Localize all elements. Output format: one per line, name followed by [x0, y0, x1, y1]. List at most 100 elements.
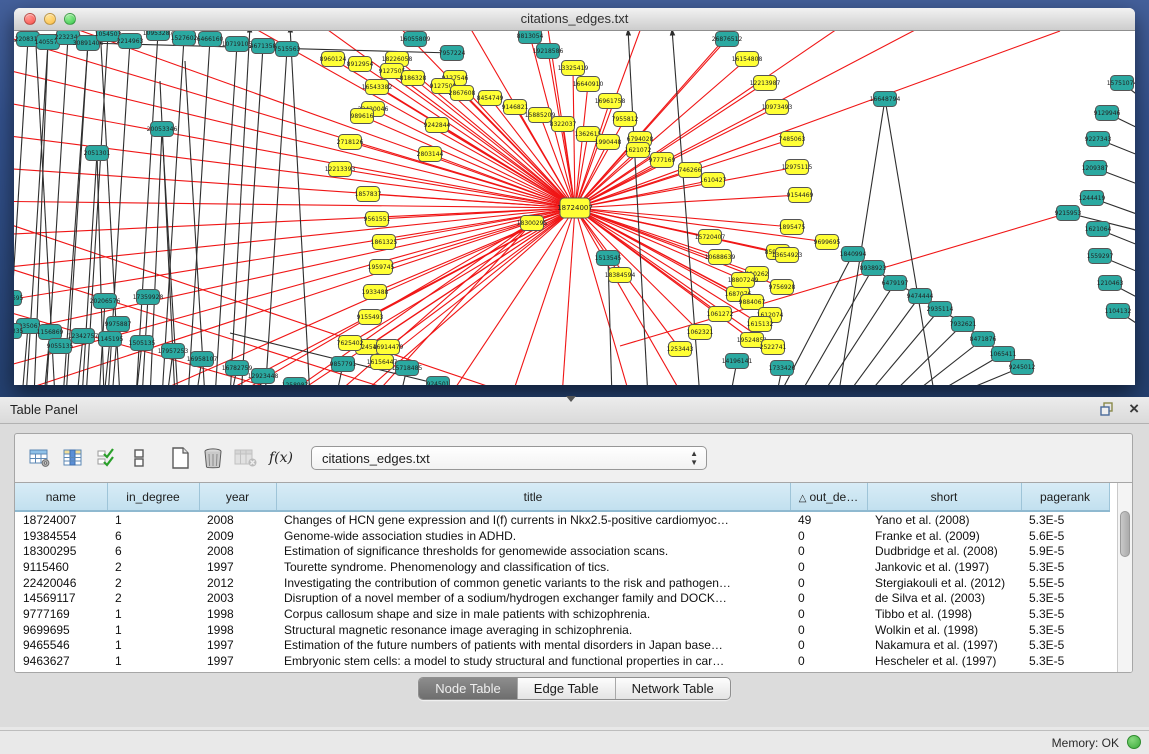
graph-node[interactable]: 9215953	[1055, 206, 1082, 221]
graph-node[interactable]: 18300295	[517, 216, 548, 231]
tab-edge-table[interactable]: Edge Table	[518, 678, 616, 699]
column-header-title[interactable]: title	[276, 483, 790, 511]
vertical-scrollbar[interactable]	[1117, 483, 1132, 673]
graph-node[interactable]: 9245012	[1009, 360, 1036, 375]
table-cell[interactable]: Corpus callosum shape and size in male p…	[276, 606, 790, 622]
table-cell[interactable]: 0	[790, 622, 867, 638]
table-row[interactable]: 1830029562008Estimation of significance …	[15, 543, 1133, 559]
table-cell[interactable]: 0	[790, 606, 867, 622]
table-cell[interactable]: 9463627	[15, 653, 107, 669]
table-cell[interactable]: 19384554	[15, 528, 107, 544]
graph-node[interactable]: 8454749	[477, 91, 504, 106]
table-cell[interactable]: Genome-wide association studies in ADHD.	[276, 528, 790, 544]
column-header-name[interactable]: name	[15, 483, 107, 511]
graph-node[interactable]: 8322037	[550, 117, 577, 132]
graph-node[interactable]: 16156447	[367, 355, 398, 370]
graph-node[interactable]: 2214963	[117, 34, 144, 49]
table-row[interactable]: 946362711997Embryonic stem cells: a mode…	[15, 653, 1133, 669]
graph-node[interactable]: 16648794	[870, 92, 901, 107]
graph-node[interactable]: 9227343	[1085, 132, 1112, 147]
graph-node[interactable]: 1861325	[371, 235, 398, 250]
graph-node[interactable]: 8960124	[320, 52, 347, 67]
graph-node[interactable]: 2803144	[417, 147, 444, 162]
graph-node[interactable]: 1610427	[700, 173, 727, 188]
table-cell[interactable]: Wolkin et al. (1998)	[867, 622, 1021, 638]
graph-node[interactable]: 1857837	[355, 187, 382, 202]
graph-node[interactable]: 19218586	[533, 44, 564, 59]
table-cell[interactable]: 18724007	[15, 511, 107, 528]
table-cell[interactable]: 5.3E-5	[1021, 638, 1109, 654]
column-header-pagerank[interactable]: pagerank	[1021, 483, 1109, 511]
graph-node[interactable]: 6466160	[197, 32, 224, 47]
graph-node[interactable]: 7515563	[274, 42, 301, 57]
scrollbar-thumb[interactable]	[1120, 511, 1130, 557]
graph-node[interactable]: 9474444	[907, 289, 934, 304]
graph-node[interactable]: 2935114	[927, 302, 954, 317]
graph-node[interactable]: 1209387	[1082, 161, 1109, 176]
graph-node[interactable]: 1505135	[129, 336, 156, 351]
graph-edge[interactable]	[908, 339, 983, 385]
table-cell[interactable]: Tibbo et al. (1998)	[867, 606, 1021, 622]
graph-node[interactable]: 1933488	[362, 285, 389, 300]
table-cell[interactable]: 0	[790, 653, 867, 669]
network-canvas[interactable]: 2208312140557222323443089140610545032214…	[14, 31, 1135, 385]
graph-node[interactable]: 18384594	[605, 268, 636, 283]
table-row[interactable]: 1872400712008Changes of HCN gene express…	[15, 511, 1133, 528]
table-cell[interactable]: 9699695	[15, 622, 107, 638]
table-cell[interactable]: 5.3E-5	[1021, 559, 1109, 575]
table-row[interactable]: 1456911722003Disruption of a novel membe…	[15, 590, 1133, 606]
table-row[interactable]: 2242004622012Investigating the contribut…	[15, 575, 1133, 591]
graph-node[interactable]: 6479197	[882, 276, 909, 291]
graph-node[interactable]: 2051301	[84, 146, 111, 161]
graph-node[interactable]: 10719105	[222, 37, 253, 52]
graph-node[interactable]: 12213393	[325, 162, 356, 177]
graph-node[interactable]: 8938923	[860, 261, 887, 276]
graph-node[interactable]: 9699695	[814, 235, 841, 250]
row-selection-check-icon[interactable]	[91, 442, 121, 474]
table-cell[interactable]: 9777169	[15, 606, 107, 622]
graph-edge[interactable]	[798, 268, 873, 385]
table-cell[interactable]: 2	[107, 575, 199, 591]
graph-node[interactable]: 1210463	[1097, 276, 1124, 291]
table-cell[interactable]: 1	[107, 511, 199, 528]
graph-edge[interactable]	[14, 208, 575, 271]
table-cell[interactable]: 5.3E-5	[1021, 590, 1109, 606]
graph-node[interactable]: 1065411	[990, 347, 1017, 362]
graph-node[interactable]: 1621072	[625, 143, 652, 158]
graph-node[interactable]: 10973493	[762, 100, 793, 115]
graph-node[interactable]: 1244419	[1079, 191, 1106, 206]
column-header-short[interactable]: short	[867, 483, 1021, 511]
table-cell[interactable]: 1	[107, 622, 199, 638]
graph-node[interactable]: 16543382	[362, 80, 393, 95]
graph-node[interactable]: 1253443	[667, 342, 694, 357]
graph-edge[interactable]	[188, 39, 210, 385]
table-cell[interactable]: Tourette syndrome. Phenomenology and cla…	[276, 559, 790, 575]
graph-node[interactable]: 26876512	[712, 32, 743, 47]
table-cell[interactable]: 2	[107, 559, 199, 575]
table-cell[interactable]: 1997	[199, 653, 276, 669]
graph-node[interactable]: 4671358	[250, 39, 277, 54]
graph-node[interactable]: 9154469	[787, 188, 814, 203]
graph-node[interactable]: 12213987	[750, 76, 781, 91]
table-cell[interactable]: 2009	[199, 528, 276, 544]
graph-edge[interactable]	[265, 49, 287, 385]
table-row[interactable]: 1938455462009Genome-wide association stu…	[15, 528, 1133, 544]
table-cell[interactable]: 5.9E-5	[1021, 543, 1109, 559]
graph-node[interactable]: 13654923	[772, 248, 803, 263]
graph-node[interactable]: 2520695	[14, 291, 24, 306]
graph-edge[interactable]	[241, 46, 263, 385]
table-cell[interactable]: 9465546	[15, 638, 107, 654]
table-cell[interactable]: 18300295	[15, 543, 107, 559]
delete-table-icon[interactable]	[198, 442, 228, 474]
graph-node[interactable]: 16640910	[573, 77, 604, 92]
table-cell[interactable]: Investigating the contribution of common…	[276, 575, 790, 591]
graph-edge[interactable]	[575, 107, 777, 208]
graph-edge[interactable]	[97, 153, 104, 385]
graph-node[interactable]: 9777169	[649, 153, 676, 168]
graph-node[interactable]: 1959745	[368, 260, 395, 275]
graph-node[interactable]: 1559297	[1087, 249, 1114, 264]
graph-node[interactable]: 1104132	[1105, 304, 1132, 319]
graph-node[interactable]: 7932621	[950, 317, 977, 332]
network-window-titlebar[interactable]: citations_edges.txt	[14, 8, 1135, 31]
table-row[interactable]: 969969511998Structural magnetic resonanc…	[15, 622, 1133, 638]
